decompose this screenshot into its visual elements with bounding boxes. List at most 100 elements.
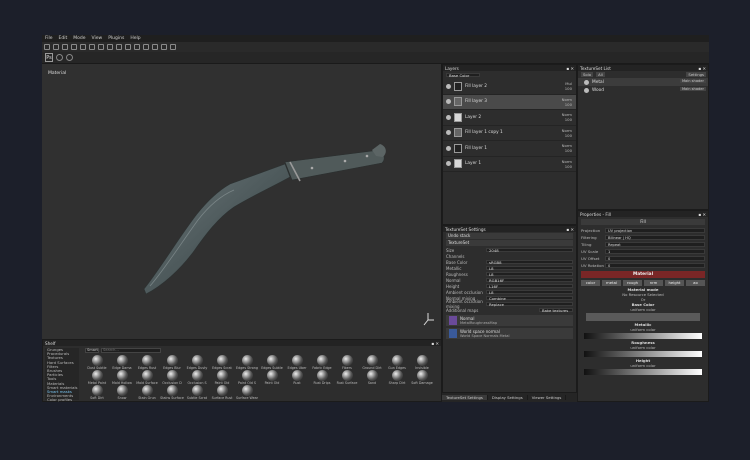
- menu-file[interactable]: File: [45, 36, 53, 41]
- layer-row[interactable]: Layer 2 Norm 100: [443, 110, 576, 126]
- shelf-item[interactable]: Soft Damage: [410, 370, 434, 385]
- shelf-item[interactable]: Gun Edges: [385, 355, 409, 370]
- shelf-item[interactable]: Occlusion S: [185, 370, 209, 385]
- panel-close-icon[interactable]: ▪ ✕: [566, 227, 574, 232]
- shelf-item[interactable]: Edges Scrat: [210, 355, 234, 370]
- menu-edit[interactable]: Edit: [59, 36, 68, 41]
- channel-select[interactable]: Base Color: [446, 72, 480, 78]
- shelf-filter-chip[interactable]: Smart: [85, 348, 99, 353]
- layer-blend[interactable]: Mul 100: [565, 81, 572, 91]
- settings-icon[interactable]: [66, 54, 73, 61]
- paint-tool-icon[interactable]: [44, 44, 50, 50]
- channel-format[interactable]: sRGB8: [486, 259, 573, 265]
- channel-toggle-ao[interactable]: ao: [686, 280, 705, 286]
- shelf-item[interactable]: Invisible: [410, 355, 434, 370]
- layer-row[interactable]: Fill layer 2 Mul 100: [443, 79, 576, 95]
- tab-textureset-settings[interactable]: TextureSet Settings: [442, 395, 488, 400]
- visibility-icon[interactable]: [446, 114, 451, 120]
- channel-toggle-rough[interactable]: rough: [623, 280, 642, 286]
- shelf-item[interactable]: Subtle Scrat: [185, 385, 209, 400]
- material-section[interactable]: Material: [581, 271, 705, 278]
- camera-icon[interactable]: [152, 44, 158, 50]
- tab-display-settings[interactable]: Display Settings: [488, 395, 528, 400]
- stroke-icon[interactable]: [125, 44, 131, 50]
- layer-row[interactable]: Fill layer 3 Norm 100: [443, 94, 576, 110]
- shelf-item[interactable]: Stains Surface: [160, 385, 184, 400]
- shelf-item[interactable]: Fibers: [335, 355, 359, 370]
- shelf-item[interactable]: Sharp Dirt: [385, 370, 409, 385]
- brush-size-icon[interactable]: [107, 44, 113, 50]
- layer-blend[interactable]: Norm 100: [562, 159, 572, 169]
- tab-viewer-settings[interactable]: Viewer Settings: [528, 395, 567, 400]
- channel-format[interactable]: L16F: [486, 283, 573, 289]
- visibility-icon[interactable]: [446, 161, 451, 167]
- map-normal[interactable]: Normal MetalRoughnessMap: [446, 315, 573, 326]
- roughness-slider[interactable]: [584, 351, 702, 357]
- shelf-item[interactable]: Mold Surface: [135, 370, 159, 385]
- channel-format[interactable]: L8: [486, 271, 573, 277]
- channel-toggle-nrm[interactable]: nrm: [644, 280, 663, 286]
- menu-help[interactable]: Help: [130, 36, 140, 41]
- channel-format[interactable]: RGB16F: [486, 277, 573, 283]
- clone-tool-icon[interactable]: [80, 44, 86, 50]
- shelf-item[interactable]: Paint Old: [260, 370, 284, 385]
- polygon-fill-icon[interactable]: [98, 44, 104, 50]
- layer-blend[interactable]: Norm 100: [562, 112, 572, 122]
- shelf-category[interactable]: Color profiles: [45, 398, 79, 402]
- shelf-item[interactable]: Metal Paint: [85, 370, 109, 385]
- visibility-icon[interactable]: [446, 130, 451, 136]
- shelf-item[interactable]: Surface Rust: [210, 385, 234, 400]
- textureset-name[interactable]: TextureSet: [446, 240, 573, 246]
- shelf-item[interactable]: Soft Dirt: [85, 385, 109, 400]
- panel-close-icon[interactable]: ▪ ✕: [698, 212, 706, 217]
- shelf-item[interactable]: Stain Grun: [135, 385, 159, 400]
- shelf-item[interactable]: Snow: [110, 385, 134, 400]
- visibility-icon[interactable]: [446, 99, 451, 105]
- shelf-item[interactable]: Sand: [360, 370, 384, 385]
- shelf-item[interactable]: Edges Rust: [135, 355, 159, 370]
- 3d-viewport[interactable]: Material: [42, 64, 442, 339]
- channel-format[interactable]: L8: [486, 289, 573, 295]
- channel-toggle-color[interactable]: color: [581, 280, 600, 286]
- visibility-icon[interactable]: [446, 83, 451, 89]
- metallic-slider[interactable]: [584, 333, 702, 339]
- shelf-item[interactable]: Edge Dama: [110, 355, 134, 370]
- shelf-item[interactable]: Paint Old S: [235, 370, 259, 385]
- layer-blend[interactable]: Norm 100: [562, 97, 572, 107]
- height-slider[interactable]: [584, 369, 702, 375]
- visibility-icon[interactable]: [584, 87, 589, 93]
- bake-textures-button[interactable]: Bake textures: [539, 307, 573, 313]
- layer-blend[interactable]: Norm 100: [562, 128, 572, 138]
- layer-row[interactable]: Layer 1 Norm 100: [443, 157, 576, 172]
- menu-plugins[interactable]: Plugins: [108, 36, 124, 41]
- visibility-icon[interactable]: [584, 79, 589, 85]
- shelf-item[interactable]: Paint Old: [210, 370, 234, 385]
- shelf-item[interactable]: Edges Uber: [285, 355, 309, 370]
- shelf-search-input[interactable]: Search...: [101, 348, 161, 353]
- map-world-normal[interactable]: World space normal World Space Normals Me…: [446, 328, 573, 339]
- shelf-item[interactable]: Ground Dirt: [360, 355, 384, 370]
- shelf-item[interactable]: Fabric Edge: [310, 355, 334, 370]
- shelf-item[interactable]: Edges Dusty: [185, 355, 209, 370]
- shelf-item[interactable]: Rust: [285, 370, 309, 385]
- layer-row[interactable]: Fill layer 1 copy 1 Norm 100: [443, 126, 576, 141]
- all-button[interactable]: All: [596, 72, 605, 77]
- layer-blend[interactable]: Norm 100: [562, 143, 572, 153]
- textureset-row-wood[interactable]: Wood Main shader: [578, 86, 708, 94]
- menu-view[interactable]: View: [92, 36, 103, 41]
- smudge-tool-icon[interactable]: [71, 44, 77, 50]
- layer-row[interactable]: Fill layer 1 Norm 100: [443, 141, 576, 157]
- view-mode-icon[interactable]: [161, 44, 167, 50]
- flow-icon[interactable]: [116, 44, 122, 50]
- share-icon[interactable]: [56, 54, 63, 61]
- menu-mode[interactable]: Mode: [73, 36, 85, 41]
- undo-stack[interactable]: Undo stack: [446, 233, 573, 239]
- eraser-tool-icon[interactable]: [53, 44, 59, 50]
- solo-button[interactable]: Solo: [581, 72, 594, 77]
- shelf-item[interactable]: Occlusion D: [160, 370, 184, 385]
- shelf-item[interactable]: Rust Drips: [310, 370, 334, 385]
- channel-toggle-metal[interactable]: metal: [602, 280, 621, 286]
- shelf-item[interactable]: Edges Subtle: [260, 355, 284, 370]
- channel-format[interactable]: L8: [486, 265, 573, 271]
- symmetry-icon[interactable]: [134, 44, 140, 50]
